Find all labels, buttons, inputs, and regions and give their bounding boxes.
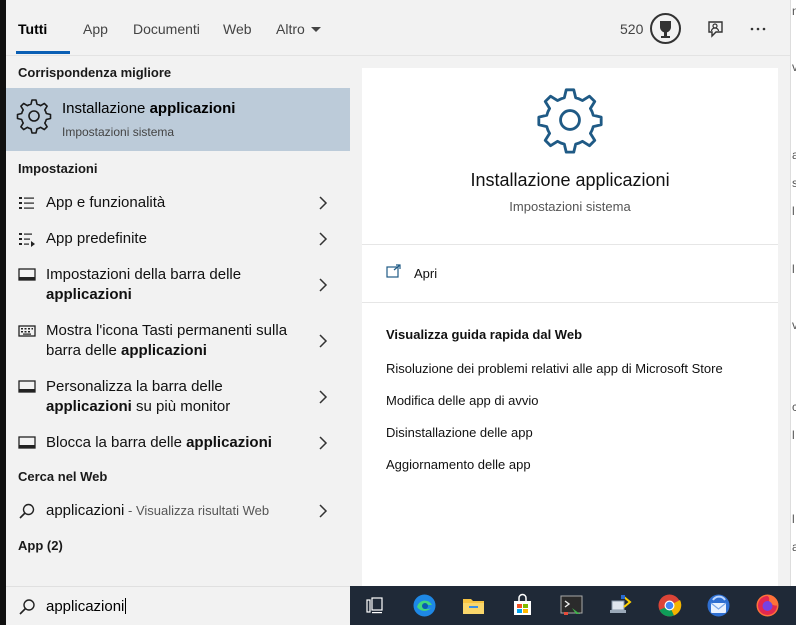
search-input-value: applicazioni <box>46 598 125 615</box>
gear-icon <box>16 98 52 134</box>
detail-title: Installazione applicazioni <box>470 170 670 190</box>
apps-count-header[interactable]: App (2) <box>18 538 63 553</box>
web-help-header: Visualizza guida rapida dal Web <box>386 327 583 342</box>
label-bold: applicazioni <box>186 434 272 451</box>
task-view-icon[interactable] <box>362 592 389 619</box>
label-text: App predefinite <box>46 230 147 247</box>
text-cursor <box>125 598 127 614</box>
tab-more-label: Altro <box>276 21 305 37</box>
best-match-result[interactable]: Installazione applicazioni Impostazioni … <box>6 88 350 151</box>
chevron-right-icon <box>318 196 328 210</box>
default-apps-icon <box>18 231 36 247</box>
divider <box>362 244 778 245</box>
chevron-right-icon <box>318 390 328 404</box>
settings-result-label: Blocca la barra delle applicazioni <box>46 433 306 453</box>
web-search-suffix: - Visualizza risultati Web <box>124 503 270 518</box>
web-help-link[interactable]: Risoluzione dei problemi relativi alle a… <box>386 361 723 376</box>
search-icon <box>18 598 36 616</box>
tab-all[interactable]: Tutti <box>18 21 47 37</box>
background-window: n v a s l l v c l l a <box>790 0 796 625</box>
settings-result-taskbar-settings[interactable]: Impostazioni della barra delle applicazi… <box>6 264 350 306</box>
label-text: App e funzionalità <box>46 194 166 211</box>
thunderbird-icon[interactable] <box>705 592 732 619</box>
web-search-query: applicazioni <box>46 502 125 519</box>
result-detail-pane: Installazione applicazioni Impostazioni … <box>362 68 778 586</box>
settings-result-default-apps[interactable]: App predefinite <box>6 228 350 250</box>
chevron-right-icon <box>318 232 328 246</box>
best-match-title: Installazione applicazioni <box>62 100 235 117</box>
label-bold: applicazioni <box>46 286 132 303</box>
label-text: Blocca la barra delle <box>46 434 187 451</box>
tab-more[interactable]: Altro <box>276 21 321 37</box>
settings-result-sticky-keys[interactable]: Mostra l'icona Tasti permanenti sulla ba… <box>6 320 350 362</box>
search-box[interactable]: applicazioni <box>6 586 350 625</box>
best-match-header: Corrispondenza migliore <box>18 65 172 80</box>
chevron-right-icon <box>318 504 328 518</box>
apps-list-icon <box>18 195 36 211</box>
settings-result-label: Personalizza la barra delle applicazioni… <box>46 377 306 417</box>
chrome-icon[interactable] <box>656 592 683 619</box>
rewards-trophy-icon[interactable] <box>650 13 681 44</box>
edge-icon[interactable] <box>411 592 438 619</box>
tab-documents[interactable]: Documenti <box>133 21 200 37</box>
settings-result-apps-features[interactable]: App e funzionalità <box>6 192 350 214</box>
chevron-right-icon <box>318 436 328 450</box>
taskbar-icon <box>18 267 36 283</box>
web-help-link[interactable]: Disinstallazione delle app <box>386 425 533 440</box>
settings-result-label: Impostazioni della barra delle applicazi… <box>46 265 306 305</box>
feedback-icon[interactable] <box>704 18 726 40</box>
gear-icon <box>536 86 604 154</box>
network-app-icon[interactable] <box>607 592 634 619</box>
web-search-label: applicazioni - Visualizza risultati Web <box>46 501 306 521</box>
best-match-title-plain: Installazione <box>62 100 150 117</box>
tab-web[interactable]: Web <box>223 21 252 37</box>
web-help-link[interactable]: Modifica delle app di avvio <box>386 393 538 408</box>
tab-apps[interactable]: App <box>83 21 108 37</box>
settings-result-multi-monitor-taskbar[interactable]: Personalizza la barra delle applicazioni… <box>6 376 350 418</box>
search-panel: Tutti App Documenti Web Altro 520 Corris… <box>6 0 790 625</box>
settings-result-label: App predefinite <box>46 229 306 249</box>
terminal-app-icon[interactable] <box>558 592 585 619</box>
label-text: Personalizza la barra delle <box>46 378 223 395</box>
label-text-end: su più monitor <box>131 398 231 415</box>
web-search-result[interactable]: applicazioni - Visualizza risultati Web <box>6 500 350 522</box>
more-options-icon[interactable] <box>747 18 769 40</box>
label-bold: applicazioni <box>121 342 207 359</box>
settings-result-label: Mostra l'icona Tasti permanenti sulla ba… <box>46 321 306 361</box>
settings-header: Impostazioni <box>18 161 98 176</box>
firefox-icon[interactable] <box>754 592 781 619</box>
best-match-title-bold: applicazioni <box>149 100 236 117</box>
best-match-subtitle: Impostazioni sistema <box>62 125 175 139</box>
web-search-header: Cerca nel Web <box>18 469 108 484</box>
detail-subtitle: Impostazioni sistema <box>509 199 631 214</box>
keyboard-icon <box>18 323 36 339</box>
chevron-right-icon <box>318 278 328 292</box>
search-input[interactable]: applicazioni <box>46 598 127 615</box>
chevron-right-icon <box>318 334 328 348</box>
taskbar-icon <box>18 435 36 451</box>
settings-result-lock-taskbar[interactable]: Blocca la barra delle applicazioni <box>6 432 350 454</box>
divider <box>362 302 778 303</box>
store-icon[interactable] <box>509 592 536 619</box>
open-external-icon <box>386 264 402 278</box>
settings-result-label: App e funzionalità <box>46 193 306 213</box>
search-icon <box>18 503 36 519</box>
web-help-link[interactable]: Aggiornamento delle app <box>386 457 531 472</box>
chevron-down-icon <box>310 27 321 32</box>
taskbar-icon <box>18 379 36 395</box>
search-tabs-bar: Tutti App Documenti Web Altro 520 <box>6 0 790 56</box>
rewards-points: 520 <box>620 21 644 37</box>
label-bold: applicazioni <box>46 398 132 415</box>
open-label: Apri <box>414 266 438 281</box>
active-tab-indicator <box>16 51 70 54</box>
taskbar <box>350 586 796 625</box>
results-list: Corrispondenza migliore Installazione ap… <box>6 56 350 586</box>
label-text: Impostazioni della barra delle <box>46 266 242 283</box>
file-explorer-icon[interactable] <box>460 592 487 619</box>
